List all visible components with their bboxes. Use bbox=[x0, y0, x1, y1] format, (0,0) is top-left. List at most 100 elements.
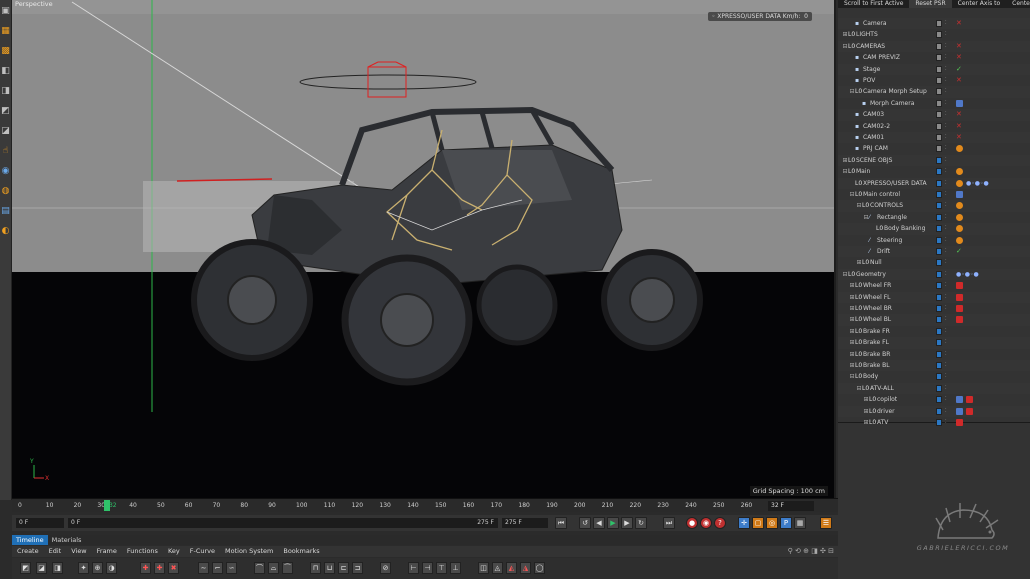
object-row[interactable]: ⊞L0Brake BR ⁚ bbox=[838, 349, 1030, 360]
box-icon[interactable]: ◧ bbox=[0, 62, 11, 80]
curve-ease-in-icon[interactable]: ⌒ bbox=[254, 562, 265, 574]
viewport-name[interactable]: Perspective bbox=[15, 0, 53, 8]
material-tag-icon[interactable] bbox=[966, 396, 973, 404]
xpresso-chain-icon[interactable]: ●◦●◦● bbox=[956, 271, 986, 278]
layer-color-swatch[interactable] bbox=[936, 248, 942, 255]
previous-key-button[interactable]: ↺ bbox=[579, 517, 591, 529]
object-row[interactable]: ⊞L0LIGHTS ⁚ bbox=[838, 29, 1030, 40]
layer-color-swatch[interactable] bbox=[936, 213, 942, 221]
keyframe-mode-icon[interactable]: ◩ bbox=[20, 562, 31, 574]
layer-color-swatch[interactable] bbox=[936, 293, 942, 301]
object-row[interactable]: ⊞L0Brake FL ⁚ bbox=[838, 337, 1030, 349]
layer-d-icon[interactable]: ◮ bbox=[520, 562, 531, 574]
object-row[interactable]: ▪ POV ⁚ ✕ bbox=[838, 75, 1030, 86]
xpresso-tag-icon[interactable] bbox=[956, 236, 963, 244]
lock-icon[interactable]: ▤ bbox=[0, 202, 11, 220]
clamp-icon[interactable]: ⊓ bbox=[310, 562, 321, 574]
cube-icon[interactable]: ▣ bbox=[0, 2, 11, 20]
object-row[interactable]: ⊞L0Wheel BR ⁚ bbox=[838, 303, 1030, 314]
visibility-dots[interactable]: ⁚ bbox=[945, 98, 947, 109]
object-row[interactable]: ▪ CAM01 ⁚ ✕ bbox=[838, 132, 1030, 144]
visibility-dots[interactable]: ⁚ bbox=[945, 143, 947, 154]
object-row[interactable]: ⊞L0Wheel FR ⁚ bbox=[838, 280, 1030, 291]
layer-color-swatch[interactable] bbox=[936, 42, 942, 50]
visibility-dots[interactable]: ⁚ bbox=[945, 360, 947, 371]
menu-motion-system[interactable]: Motion System bbox=[220, 546, 278, 557]
object-row[interactable]: ⁄ Drift ⁚ ✓ bbox=[838, 246, 1030, 258]
material-tag-icon[interactable] bbox=[966, 407, 973, 415]
layer-color-swatch[interactable] bbox=[936, 305, 942, 312]
menu-view[interactable]: View bbox=[66, 546, 91, 557]
object-row[interactable]: ⊟L0Main control ⁚ bbox=[838, 189, 1030, 200]
move-key-icon[interactable]: ✛ bbox=[738, 517, 750, 529]
scale-key-icon[interactable]: ▢ bbox=[752, 517, 764, 529]
hand-icon[interactable]: ☝ bbox=[0, 142, 11, 160]
layer-color-swatch[interactable] bbox=[936, 339, 942, 347]
visibility-dots[interactable]: ⁚ bbox=[945, 155, 947, 166]
layer-e-icon[interactable]: ◯ bbox=[534, 562, 545, 574]
layer-color-swatch[interactable] bbox=[936, 362, 942, 369]
layer-color-swatch[interactable] bbox=[936, 134, 942, 141]
tangent-c-icon[interactable]: ⊤ bbox=[436, 562, 447, 574]
object-row[interactable]: ⊟L0Main ⁚ bbox=[838, 166, 1030, 177]
layer-color-swatch[interactable] bbox=[936, 236, 942, 244]
object-row[interactable]: ▪ CAM02-2 ⁚ ✕ bbox=[838, 121, 1030, 132]
layer-color-swatch[interactable] bbox=[936, 384, 942, 392]
sync-key-icon[interactable]: ◑ bbox=[106, 562, 117, 574]
current-frame-field[interactable]: 32 F bbox=[768, 501, 814, 511]
visibility-dots[interactable]: ⁚ bbox=[945, 326, 947, 337]
layer-color-swatch[interactable] bbox=[936, 179, 942, 187]
point-icon[interactable]: ◪ bbox=[0, 122, 11, 140]
workplane-icon[interactable]: ◍ bbox=[0, 182, 11, 200]
layer-b-icon[interactable]: ◬ bbox=[492, 562, 503, 574]
param-key-icon[interactable]: P bbox=[780, 517, 792, 529]
disabled-x-icon[interactable]: ✕ bbox=[956, 122, 963, 130]
visibility-dots[interactable]: ⁚ bbox=[945, 109, 947, 120]
visibility-dots[interactable]: ⁚ bbox=[945, 29, 947, 40]
record-button[interactable]: ● bbox=[686, 517, 698, 529]
visibility-dots[interactable]: ⁚ bbox=[945, 349, 947, 360]
visibility-dots[interactable]: ⁚ bbox=[945, 223, 947, 234]
menu-frame[interactable]: Frame bbox=[92, 546, 122, 557]
visibility-dots[interactable]: ⁚ bbox=[945, 121, 947, 132]
magnet-icon[interactable]: ◐ bbox=[0, 222, 11, 240]
lock-tangent-icon[interactable]: ⊐ bbox=[352, 562, 363, 574]
xpresso-chain-icon[interactable]: ●◦●◦● bbox=[966, 180, 996, 187]
object-row[interactable]: ⊟L0Geometry ⁚ ●◦●◦● bbox=[838, 268, 1030, 281]
tangent-b-icon[interactable]: ⊣ bbox=[422, 562, 433, 574]
object-row[interactable]: ⊞L0Null ⁚ bbox=[838, 257, 1030, 268]
material-tag-icon[interactable] bbox=[956, 305, 963, 312]
layer-color-swatch[interactable] bbox=[936, 168, 942, 176]
disabled-x-icon[interactable]: ✕ bbox=[956, 54, 963, 61]
reset-psr-button[interactable]: Reset PSR bbox=[909, 0, 952, 8]
visibility-dots[interactable]: ⁚ bbox=[945, 303, 947, 314]
object-row[interactable]: ⊟L0Camera Morph Setup ⁚ bbox=[838, 86, 1030, 98]
object-row[interactable]: L0XPRESSO/USER DATA ⁚ ●◦●◦● bbox=[838, 177, 1030, 189]
material-tag-icon[interactable] bbox=[956, 316, 963, 324]
visibility-dots[interactable]: ⁚ bbox=[945, 41, 947, 52]
menu-icon[interactable]: ☰ bbox=[820, 517, 832, 529]
layer-color-swatch[interactable] bbox=[936, 350, 942, 358]
layer-color-swatch[interactable] bbox=[936, 31, 942, 39]
visibility-dots[interactable]: ⁚ bbox=[945, 371, 947, 382]
pattern-icon[interactable]: ▩ bbox=[0, 42, 11, 60]
layer-color-swatch[interactable] bbox=[936, 225, 942, 233]
spline-step-icon[interactable]: ⌐ bbox=[212, 562, 223, 574]
layer-color-swatch[interactable] bbox=[936, 65, 942, 73]
scroll-to-first-active-button[interactable]: Scroll to First Active bbox=[838, 0, 909, 8]
go-to-end-button[interactable]: ⏭ bbox=[663, 517, 675, 529]
visibility-dots[interactable]: ⁚ bbox=[945, 178, 947, 189]
xpresso-tag-icon[interactable] bbox=[956, 168, 963, 176]
object-row[interactable]: ▪ CAM PREVIZ ⁚ ✕ bbox=[838, 52, 1030, 63]
object-row[interactable]: ⊟L0ATV-ALL ⁚ bbox=[838, 382, 1030, 395]
object-row[interactable]: ▪ CAM03 ⁚ ✕ bbox=[838, 109, 1030, 121]
material-tag-icon[interactable] bbox=[956, 293, 963, 301]
object-row[interactable]: ⁄ Steering ⁚ bbox=[838, 235, 1030, 246]
object-row[interactable]: ⊟⁄ Rectangle ⁚ bbox=[838, 212, 1030, 223]
visibility-dots[interactable]: ⁚ bbox=[945, 314, 947, 325]
delete-key-icon[interactable]: ✖ bbox=[168, 562, 179, 574]
layer-color-swatch[interactable] bbox=[936, 282, 942, 290]
curve-auto-icon[interactable]: ⁀ bbox=[282, 562, 293, 574]
layer-color-swatch[interactable] bbox=[936, 156, 942, 164]
visibility-dots[interactable]: ⁚ bbox=[945, 337, 947, 348]
